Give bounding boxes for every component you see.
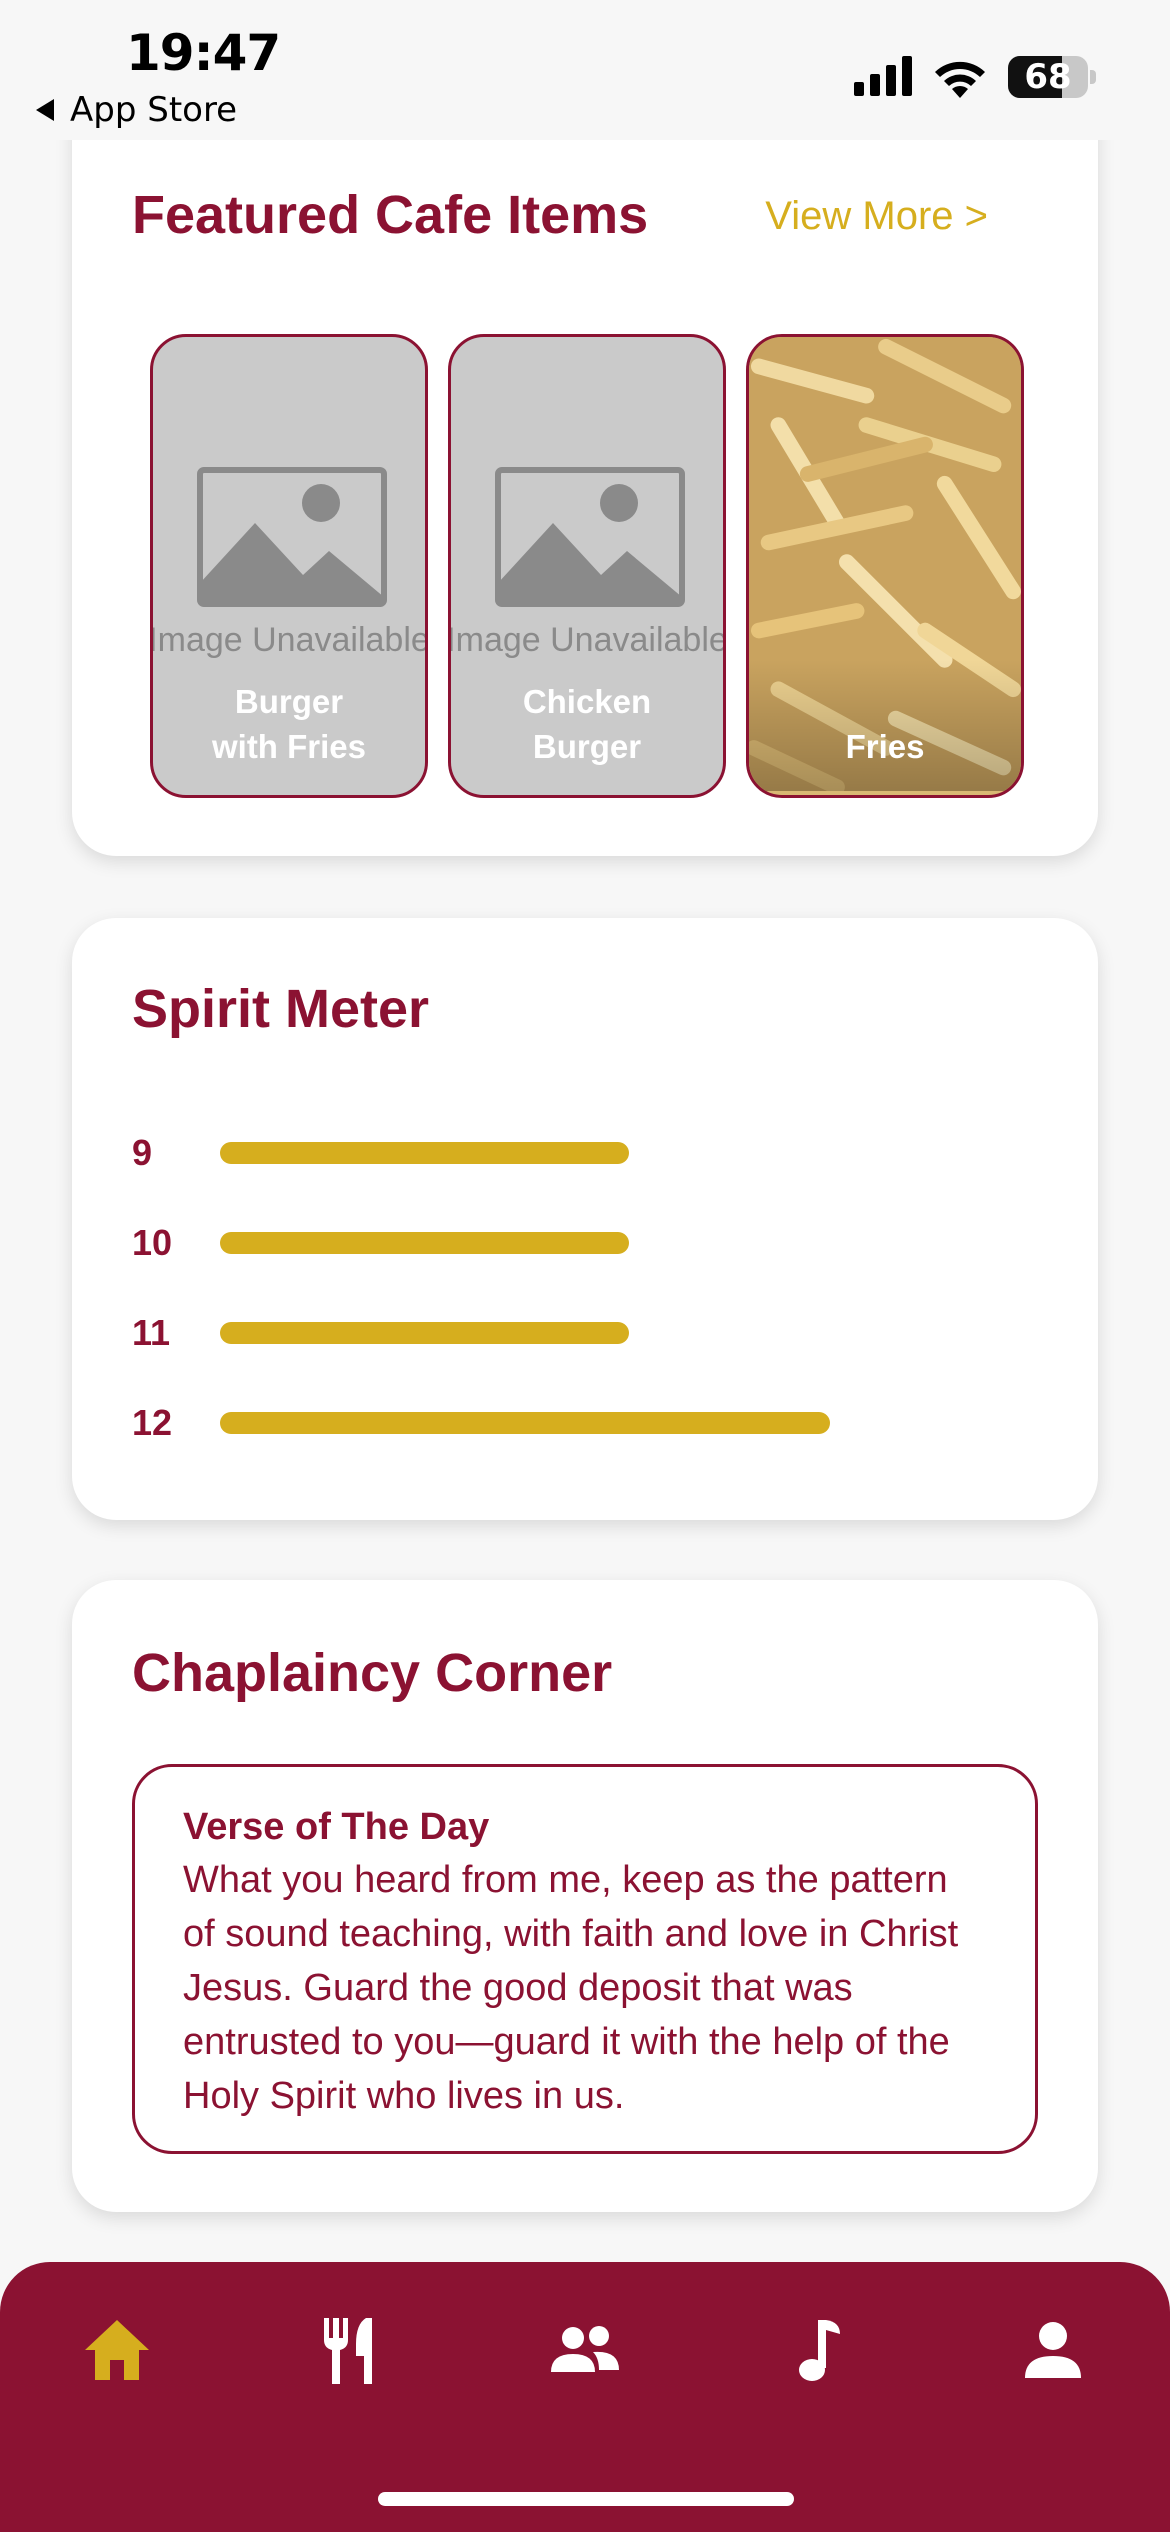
image-unavailable-text: Image Unavailable <box>150 621 428 659</box>
dining-icon <box>324 2318 372 2384</box>
wifi-icon <box>935 61 985 98</box>
battery-percent: 68 <box>1024 57 1072 97</box>
cafe-item-name: Chicken Burger <box>451 679 723 769</box>
cafe-items-list: Image Unavailable Burger with Fries Imag… <box>150 334 1024 798</box>
spirit-meter-track <box>220 1412 830 1434</box>
spirit-meter-bar <box>220 1232 629 1254</box>
cafe-item-name-line1: Burger <box>234 683 344 720</box>
status-bar: 19:47 App Store 68 <box>0 0 1170 140</box>
nav-profile[interactable] <box>1013 2310 1093 2390</box>
chaplaincy-title: Chaplaincy Corner <box>132 1643 613 1703</box>
spirit-meter-bar <box>220 1412 830 1434</box>
spirit-meter-row: 9 <box>132 1132 830 1174</box>
cafe-item-name: Burger with Fries <box>153 679 425 769</box>
spirit-meter-card: Spirit Meter 9 10 11 12 <box>72 918 1098 1520</box>
featured-title: Featured Cafe Items <box>132 185 649 245</box>
spirit-meter-track <box>220 1142 830 1164</box>
spirit-meter-track <box>220 1322 830 1344</box>
chaplaincy-corner-card: Chaplaincy Corner Verse of The Day What … <box>72 1580 1098 2212</box>
cafe-item-name: Fries <box>845 728 925 765</box>
spirit-meter-row: 11 <box>132 1312 830 1354</box>
spirit-meter-grade-label: 9 <box>132 1132 153 1173</box>
spirit-meter-grade-label: 10 <box>132 1222 173 1263</box>
spirit-meter-row: 10 <box>132 1222 830 1264</box>
nav-dining[interactable] <box>310 2310 390 2390</box>
back-arrow-icon <box>36 99 54 121</box>
image-unavailable-text: Image Unavailable <box>448 621 726 659</box>
back-label: App Store <box>70 90 238 130</box>
cafe-item-name-line1: Chicken <box>522 683 652 720</box>
image-placeholder-icon <box>495 467 685 607</box>
verse-text: What you heard from me, keep as the patt… <box>183 1859 959 2117</box>
cellular-signal-icon <box>854 56 912 96</box>
spirit-meter-row: 12 <box>132 1402 830 1444</box>
featured-cafe-card: Featured Cafe Items View More > Image Un… <box>72 110 1098 856</box>
spirit-meter-bar <box>220 1322 629 1344</box>
cafe-item-fries[interactable]: Fries <box>746 334 1024 798</box>
spirit-meter-bar <box>220 1142 629 1164</box>
nav-community[interactable] <box>545 2310 625 2390</box>
nav-home[interactable] <box>77 2310 157 2390</box>
spirit-meter-grade-label: 12 <box>132 1402 173 1443</box>
cafe-item-name-line2: Burger <box>532 728 642 765</box>
home-icon <box>85 2320 149 2380</box>
cafe-item-chicken-burger[interactable]: Image Unavailable Chicken Burger <box>448 334 726 798</box>
nav-music[interactable] <box>780 2310 860 2390</box>
status-time: 19:47 <box>126 24 281 82</box>
cafe-item-name-line2: with Fries <box>211 728 367 765</box>
verse-title: Verse of The Day <box>183 1806 490 1848</box>
view-more-link[interactable]: View More > <box>765 194 988 239</box>
home-indicator <box>378 2492 794 2506</box>
music-icon <box>799 2320 840 2381</box>
people-icon <box>551 2326 619 2372</box>
cafe-item-burger-with-fries[interactable]: Image Unavailable Burger with Fries <box>150 334 428 798</box>
image-placeholder-icon <box>197 467 387 607</box>
battery-icon: 68 <box>1008 56 1096 98</box>
profile-icon <box>1025 2322 1081 2378</box>
fries-photo <box>749 337 1021 791</box>
back-to-app-store[interactable]: App Store <box>36 90 237 130</box>
spirit-meter-grade-label: 11 <box>132 1312 171 1353</box>
verse-of-the-day-box: Verse of The Day What you heard from me,… <box>132 1764 1038 2154</box>
spirit-meter-title: Spirit Meter <box>132 979 430 1039</box>
spirit-meter-track <box>220 1232 830 1254</box>
